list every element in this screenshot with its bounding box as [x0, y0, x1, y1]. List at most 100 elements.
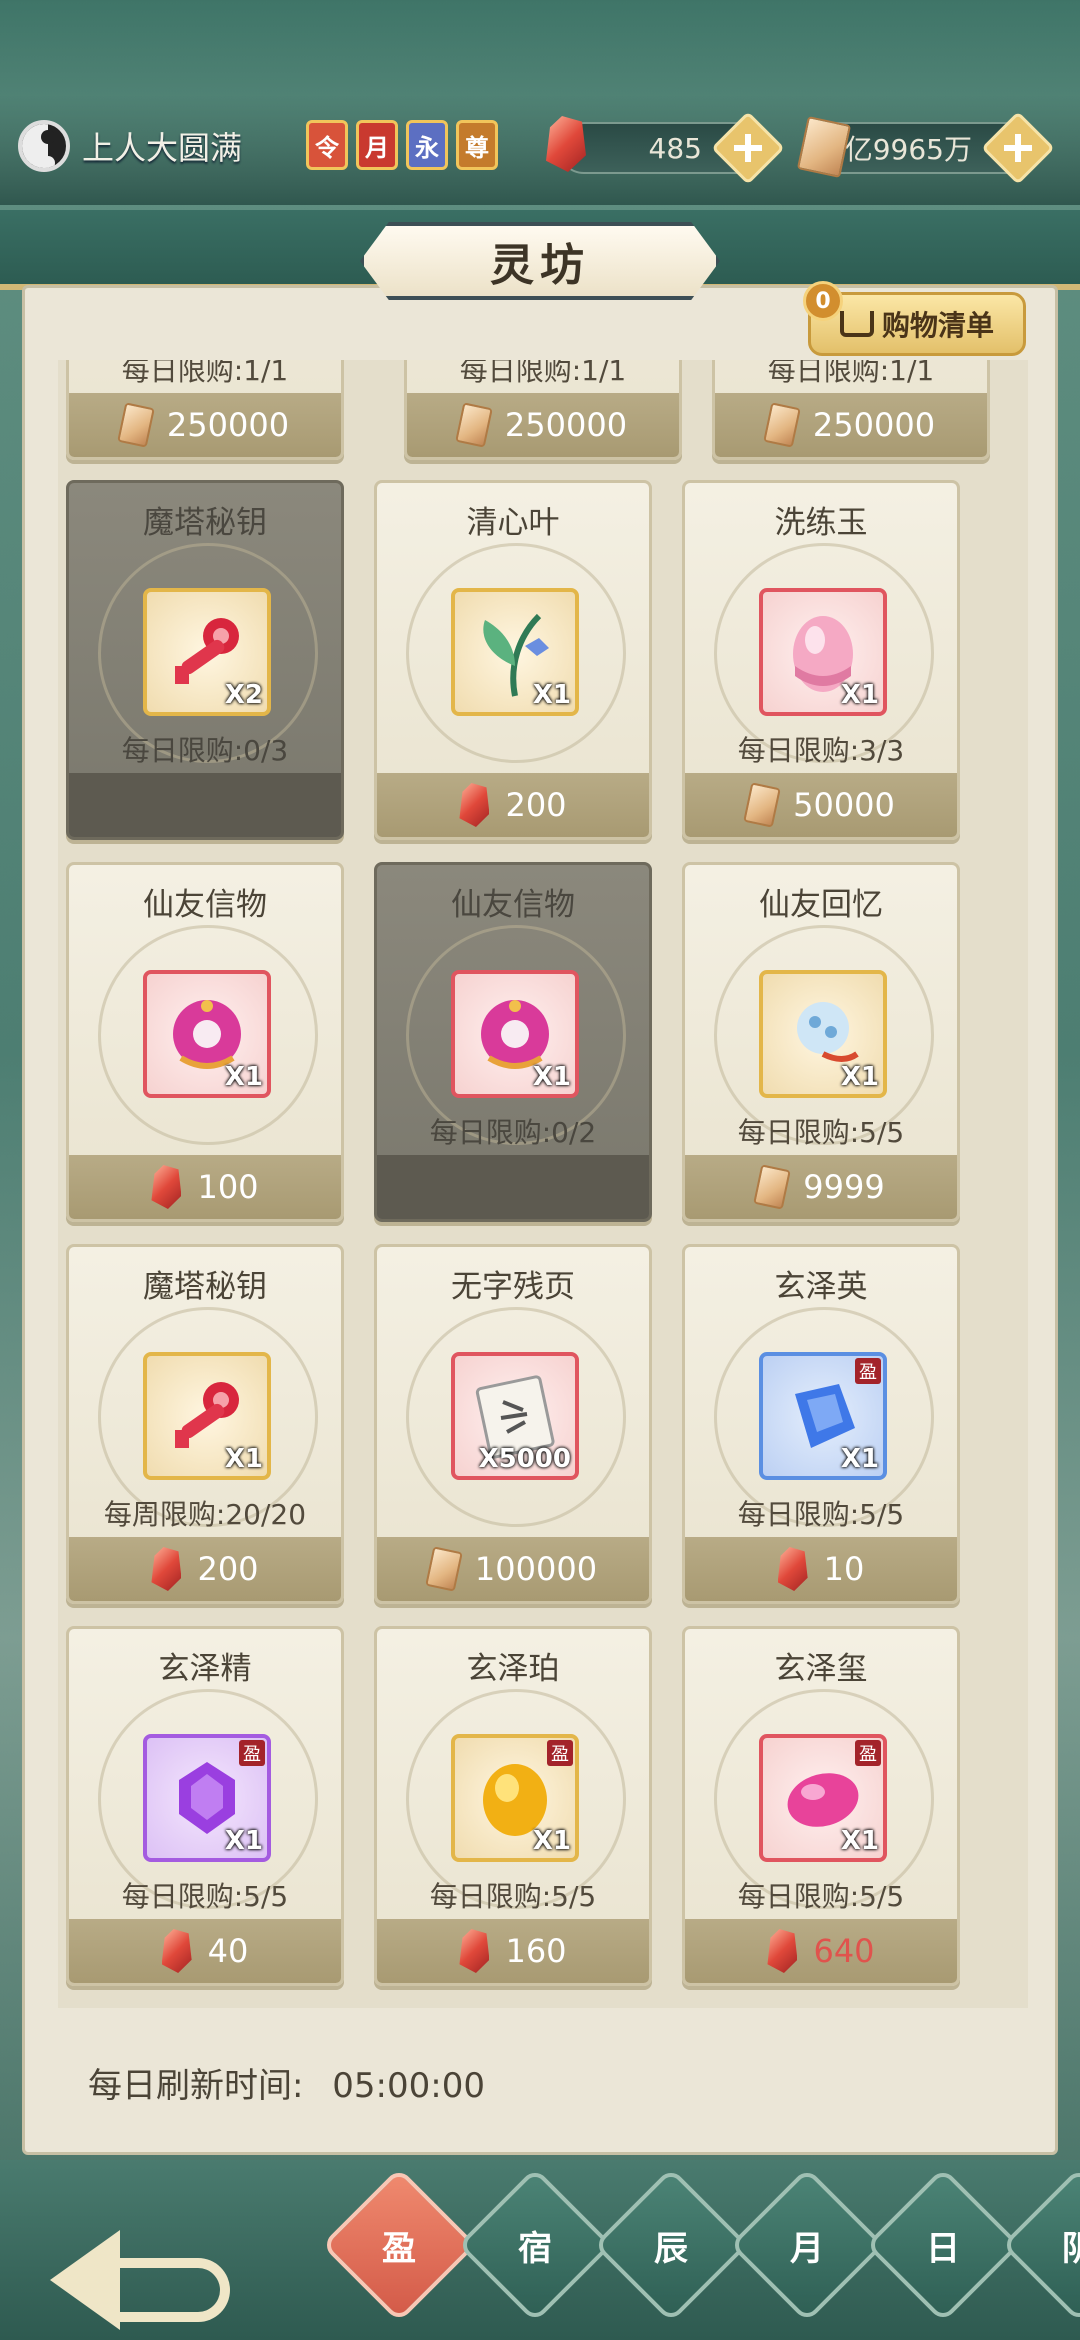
item-quantity: X1: [840, 680, 879, 710]
shop-item-card[interactable]: 洗练玉 X1 每日限购:3/3 50000: [682, 480, 960, 840]
shop-item-card[interactable]: 仙友回忆 X1 每日限购:5/5 9999: [682, 862, 960, 1222]
tab-ri[interactable]: 日: [865, 2167, 1021, 2323]
back-arrow-button[interactable]: [40, 2200, 230, 2330]
shop-title: 灵坊: [360, 222, 720, 300]
crystal-count: 485: [648, 131, 702, 165]
price-bar[interactable]: 50000: [685, 773, 957, 837]
surplus-tag: 盈: [855, 1358, 881, 1384]
item-icon-frame[interactable]: X2: [143, 588, 271, 716]
shop-item-card[interactable]: 玄泽珀盈 X1 每日限购:5/5 160: [374, 1626, 652, 1986]
item-icon-frame[interactable]: X1: [451, 970, 579, 1098]
price-value: 40: [207, 1932, 249, 1970]
price-bar[interactable]: 250000: [407, 393, 679, 457]
price-value: 250000: [166, 406, 290, 444]
item-icon-frame[interactable]: X1: [759, 970, 887, 1098]
item-icon-frame[interactable]: X1: [759, 588, 887, 716]
price-value: 250000: [504, 406, 628, 444]
item-name: 魔塔秘钥: [143, 505, 267, 541]
item-quantity: X2: [224, 680, 263, 710]
tab-yue[interactable]: 月: [729, 2167, 885, 2323]
shop-item-card[interactable]: 仙友信物 X1 每日限购:0/2: [374, 862, 652, 1222]
shop-item-card[interactable]: 玄泽玺盈 X1 每日限购:5/5 640: [682, 1626, 960, 1986]
item-quantity: X1: [840, 1062, 879, 1092]
price-bar[interactable]: 40: [69, 1919, 341, 1983]
price-value: 50000: [793, 786, 895, 824]
item-name: 魔塔秘钥: [143, 1269, 267, 1305]
shop-item-card[interactable]: 魔塔秘钥 X2 每日限购:0/3: [66, 480, 344, 840]
price-bar[interactable]: 200: [377, 773, 649, 837]
realm-display[interactable]: 上人大圆满: [18, 120, 242, 172]
price-bar[interactable]: 640: [685, 1919, 957, 1983]
price-bar[interactable]: 100: [69, 1155, 341, 1219]
privilege-badge-ling[interactable]: 令: [306, 120, 348, 170]
item-quantity: X1: [840, 1444, 879, 1474]
tab-ying[interactable]: 盈: [321, 2167, 477, 2323]
item-icon-frame[interactable]: X5000: [451, 1352, 579, 1480]
shop-item-card[interactable]: 玄泽精盈 X1 每日限购:5/5 40: [66, 1626, 344, 1986]
tab-yin[interactable]: 阴: [1001, 2167, 1080, 2323]
item-name: 玄泽珀: [466, 1651, 560, 1687]
paper-token-icon: [117, 402, 155, 448]
crystal-icon: [777, 1547, 808, 1591]
price-value: 100000: [474, 1550, 598, 1588]
item-quantity: X1: [532, 1062, 571, 1092]
surplus-tag: 盈: [855, 1740, 881, 1766]
shopping-list-label: 购物清单: [881, 309, 994, 342]
shop-item-card[interactable]: 清心叶 X1 200: [374, 480, 652, 840]
shop-item-card[interactable]: 每日限购:1/1 250000: [404, 360, 682, 460]
paper-token-icon: [796, 116, 852, 178]
crystal-icon: [459, 1929, 490, 1973]
price-bar[interactable]: 100000: [377, 1537, 649, 1601]
price-value: 200: [505, 786, 567, 824]
item-name: 无字残页: [451, 1269, 575, 1305]
price-bar[interactable]: 200: [69, 1537, 341, 1601]
tab-label: 盈: [382, 2228, 416, 2269]
refresh-time-text: 每日刷新时间: 05:00:00: [88, 2058, 485, 2107]
tab-label: 宿: [518, 2228, 552, 2269]
surplus-tag: 盈: [239, 1740, 265, 1766]
price-bar[interactable]: 10: [685, 1537, 957, 1601]
purchase-limit: 每日限购:0/2: [429, 1116, 597, 1149]
item-icon-frame[interactable]: X1: [143, 970, 271, 1098]
item-icon-frame[interactable]: 盈 X1: [143, 1734, 271, 1862]
shop-item-card[interactable]: 每日限购:1/1 250000: [66, 360, 344, 460]
item-icon-frame[interactable]: X1: [143, 1352, 271, 1480]
shop-item-card[interactable]: 魔塔秘钥 X1 每周限购:20/20 200: [66, 1244, 344, 1604]
privilege-badge-month[interactable]: 月: [356, 120, 398, 170]
shop-item-card[interactable]: 每日限购:1/1 250000: [712, 360, 990, 460]
yin-yang-icon: [18, 120, 70, 172]
purchase-limit: 每日限购:5/5: [737, 1880, 905, 1913]
paper-token-icon: [425, 1546, 463, 1592]
item-icon-frame[interactable]: X1: [451, 588, 579, 716]
item-name: 清心叶: [466, 505, 560, 541]
price-value: 250000: [812, 406, 936, 444]
price-value: 100: [197, 1168, 259, 1206]
privilege-badge-forever[interactable]: 永: [406, 120, 448, 170]
tab-su[interactable]: 宿: [457, 2167, 613, 2323]
shopping-list-button[interactable]: 0 购物清单: [803, 281, 1026, 356]
price-value: 640: [813, 1932, 875, 1970]
price-bar: [69, 773, 341, 837]
item-icon-frame[interactable]: 盈 X1: [759, 1734, 887, 1862]
price-bar[interactable]: 250000: [715, 393, 987, 457]
item-grid[interactable]: 每日限购:1/1 250000 每日限购:1/1 250000 每日限购:1/1…: [58, 360, 1028, 2008]
crystal-icon: [151, 1165, 182, 1209]
shop-item-card[interactable]: 仙友信物 X1 100: [66, 862, 344, 1222]
item-quantity: X1: [224, 1826, 263, 1856]
privilege-badge-zun[interactable]: 尊: [456, 120, 498, 170]
item-icon-frame[interactable]: 盈 X1: [759, 1352, 887, 1480]
price-bar[interactable]: 9999: [685, 1155, 957, 1219]
price-bar[interactable]: 160: [377, 1919, 649, 1983]
price-bar[interactable]: 250000: [69, 393, 341, 457]
price-value: 9999: [803, 1168, 885, 1206]
cart-count-badge: 0: [803, 281, 843, 321]
surplus-tag: 盈: [547, 1740, 573, 1766]
purchase-limit: 每周限购:20/20: [103, 1498, 307, 1531]
purchase-limit: 每日限购:5/5: [737, 1498, 905, 1531]
tab-chen[interactable]: 辰: [593, 2167, 749, 2323]
shop-item-card[interactable]: 无字残页 X5000 100000: [374, 1244, 652, 1604]
privilege-badges: 令 月 永 尊: [306, 120, 498, 170]
crystal-currency: 485: [546, 111, 785, 185]
shop-item-card[interactable]: 玄泽英盈 X1 每日限购:5/5 10: [682, 1244, 960, 1604]
item-icon-frame[interactable]: 盈 X1: [451, 1734, 579, 1862]
